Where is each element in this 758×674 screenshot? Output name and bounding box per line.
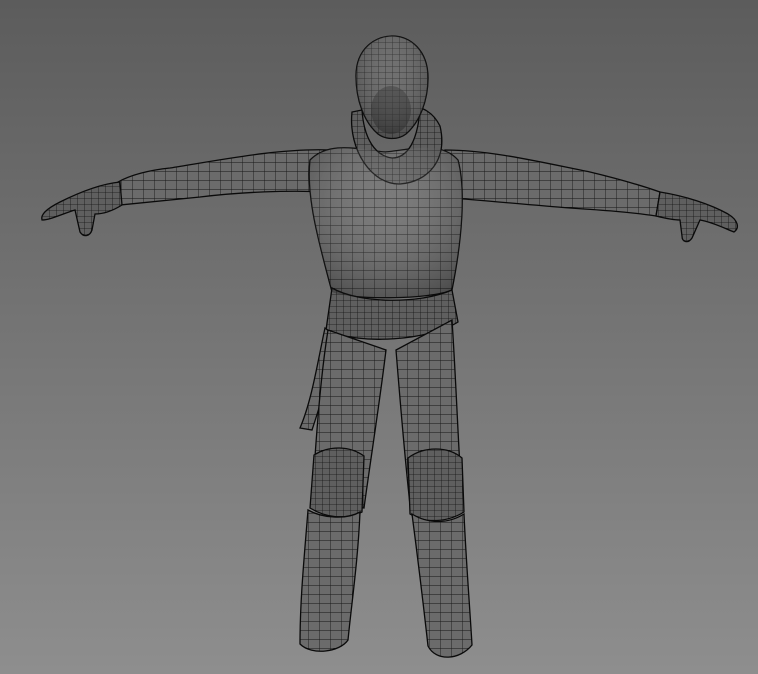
mesh-right-knee-guard[interactable]: [407, 448, 465, 522]
mesh-shading-overlay: [309, 36, 463, 298]
character-mesh[interactable]: [41, 35, 739, 658]
mesh-left-boot[interactable]: [299, 508, 361, 652]
mesh-right-hand[interactable]: [655, 191, 739, 243]
mesh-right-boot[interactable]: [411, 512, 473, 658]
mesh-left-knee-guard[interactable]: [309, 447, 365, 518]
viewport-canvas[interactable]: [0, 0, 758, 674]
mesh-left-arm[interactable]: [117, 149, 331, 206]
mesh-left-hand[interactable]: [41, 181, 123, 237]
3d-viewport[interactable]: [0, 0, 758, 674]
mesh-right-arm[interactable]: [444, 149, 661, 217]
